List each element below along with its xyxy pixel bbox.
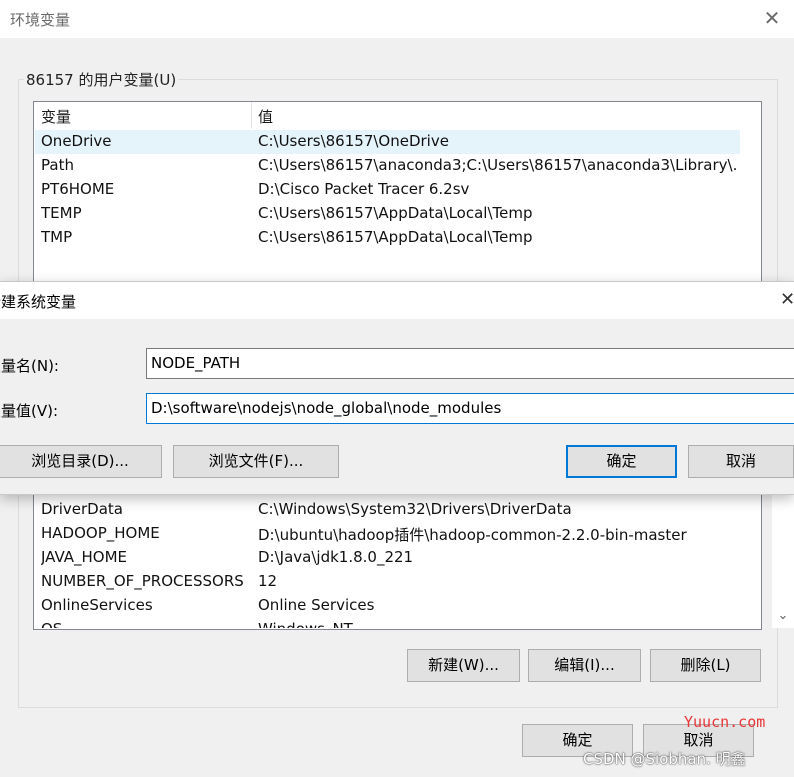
variable-value: C:\Users\86157\AppData\Local\Temp: [258, 204, 533, 222]
table-row[interactable]: NUMBER_OF_PROCESSORS 12: [35, 570, 740, 594]
window-titlebar: 环境变量 ✕: [0, 0, 794, 38]
variable-name: DriverData: [41, 500, 123, 518]
column-divider[interactable]: [251, 102, 252, 129]
site-watermark: Yuucn.com: [684, 713, 766, 731]
variable-name: NUMBER_OF_PROCESSORS: [41, 572, 244, 590]
variable-value: C:\Users\86157\anaconda3;C:\Users\86157\…: [258, 156, 738, 174]
variable-value-field[interactable]: D:\software\nodejs\node_global\node_modu…: [146, 393, 794, 424]
variable-value: Online Services: [258, 596, 375, 614]
column-header-name[interactable]: 变量: [41, 106, 71, 127]
variable-name: JAVA_HOME: [41, 548, 128, 566]
variable-name: HADOOP_HOME: [41, 524, 160, 542]
variable-name: TMP: [41, 228, 73, 246]
delete-variable-button[interactable]: 删除(L): [650, 649, 761, 682]
variable-name-label: 变量名(N):: [0, 357, 59, 375]
variable-value: C:\Users\86157\AppData\Local\Temp: [258, 228, 533, 246]
variable-name: Path: [41, 156, 74, 174]
table-row[interactable]: HADOOP_HOME D:\ubuntu\hadoop插件\hadoop-co…: [35, 522, 740, 546]
close-icon[interactable]: ✕: [760, 6, 784, 30]
variable-name-field[interactable]: NODE_PATH: [146, 348, 794, 379]
variable-value: 12: [258, 572, 278, 590]
browse-file-button[interactable]: 浏览文件(F)...: [173, 445, 339, 478]
variable-value: Windows_NT: [258, 620, 738, 628]
table-row[interactable]: OneDrive C:\Users\86157\OneDrive: [35, 130, 740, 154]
table-row[interactable]: OnlineServices Online Services: [35, 594, 740, 618]
variable-name: PT6HOME: [41, 180, 115, 198]
variable-value: D:\Java\jdk1.8.0_221: [258, 548, 414, 566]
variable-value: D:\Cisco Packet Tracer 6.2sv: [258, 180, 470, 198]
variable-name: OS: [41, 620, 251, 628]
table-row[interactable]: JAVA_HOME D:\Java\jdk1.8.0_221: [35, 546, 740, 570]
table-row[interactable]: DriverData C:\Windows\System32\Drivers\D…: [35, 498, 740, 522]
table-row[interactable]: Path C:\Users\86157\anaconda3;C:\Users\8…: [35, 154, 740, 178]
window-title: 环境变量: [10, 11, 71, 29]
close-icon[interactable]: ✕: [780, 289, 794, 310]
list-header: 变量 值: [34, 102, 761, 129]
new-variable-button[interactable]: 新建(W)...: [407, 649, 520, 682]
dialog-title: 新建系统变量: [0, 293, 77, 311]
edit-variable-button[interactable]: 编辑(I)...: [528, 649, 641, 682]
user-variables-group-label: 86157 的用户变量(U): [24, 69, 179, 90]
dialog-cancel-button[interactable]: 取消: [688, 445, 794, 478]
table-row[interactable]: TEMP C:\Users\86157\AppData\Local\Temp: [35, 202, 740, 226]
table-row[interactable]: TMP C:\Users\86157\AppData\Local\Temp: [35, 226, 740, 250]
chevron-down-icon[interactable]: ⌄: [775, 608, 791, 624]
new-system-variable-dialog: 新建系统变量 ✕ 变量名(N): NODE_PATH 变量值(V): D:\so…: [0, 281, 794, 495]
vertical-scrollbar[interactable]: ⌄: [772, 478, 794, 628]
variable-name: OnlineServices: [41, 596, 153, 614]
variable-value: C:\Windows\System32\Drivers\DriverData: [258, 500, 572, 518]
variable-name: OneDrive: [41, 132, 112, 150]
variable-name: TEMP: [41, 204, 82, 222]
system-variables-list[interactable]: DriverData C:\Windows\System32\Drivers\D…: [33, 478, 794, 630]
column-header-value[interactable]: 值: [258, 106, 273, 127]
variable-value-label: 变量值(V):: [0, 402, 59, 420]
variable-value: C:\Users\86157\OneDrive: [258, 132, 449, 150]
variable-value: D:\ubuntu\hadoop插件\hadoop-common-2.2.0-b…: [258, 526, 687, 544]
table-row[interactable]: OS Windows_NT: [35, 618, 740, 628]
dialog-titlebar: 新建系统变量 ✕: [0, 282, 794, 319]
table-row[interactable]: PT6HOME D:\Cisco Packet Tracer 6.2sv: [35, 178, 740, 202]
dialog-ok-button[interactable]: 确定: [566, 445, 677, 478]
csdn-watermark: CSDN @Siobhan. 明鑫: [583, 750, 746, 768]
browse-directory-button[interactable]: 浏览目录(D)...: [0, 445, 162, 478]
user-variables-list[interactable]: 变量 值 OneDrive C:\Users\86157\OneDrive Pa…: [33, 101, 762, 301]
